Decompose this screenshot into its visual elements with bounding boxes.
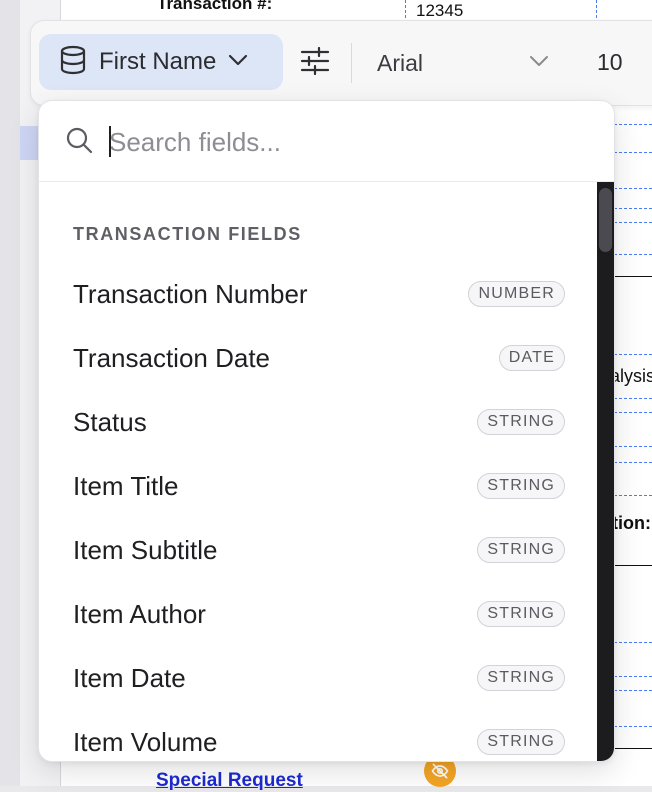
guide-line bbox=[614, 495, 652, 496]
field-option-item-title[interactable]: Item Title STRING bbox=[39, 453, 595, 517]
field-list-scrollbar[interactable] bbox=[597, 182, 614, 761]
sliders-icon bbox=[300, 46, 330, 80]
transaction-label[interactable]: Transaction #: bbox=[157, 0, 272, 14]
field-option-item-date[interactable]: Item Date STRING bbox=[39, 645, 595, 709]
guide-line bbox=[614, 690, 652, 691]
partial-label: tion: bbox=[612, 513, 651, 533]
field-type-badge: STRING bbox=[477, 665, 565, 691]
guide-line bbox=[614, 208, 652, 209]
field-option-name: Item Author bbox=[73, 599, 206, 629]
database-icon bbox=[59, 45, 87, 80]
field-option-transaction-date[interactable]: Transaction Date DATE bbox=[39, 325, 595, 389]
special-request-label[interactable]: Special Request bbox=[156, 770, 303, 792]
guide-line bbox=[614, 222, 652, 223]
field-type-badge: STRING bbox=[477, 729, 565, 755]
field-search-bar bbox=[39, 101, 614, 182]
field-option-name: Item Title bbox=[73, 471, 179, 501]
field-type-badge: STRING bbox=[477, 601, 565, 627]
guide-line bbox=[614, 676, 652, 677]
transaction-value-frame[interactable] bbox=[405, 0, 597, 18]
field-option-item-author[interactable]: Item Author STRING bbox=[39, 581, 595, 645]
field-option-status[interactable]: Status STRING bbox=[39, 389, 595, 453]
field-option-name: Transaction Date bbox=[73, 343, 271, 373]
guide-line bbox=[614, 188, 652, 189]
guide-line bbox=[614, 412, 652, 413]
rule-line bbox=[614, 276, 652, 277]
toolbar-divider bbox=[351, 43, 352, 83]
rule-line bbox=[614, 565, 652, 566]
rule-line bbox=[614, 748, 652, 749]
field-selector-label: First Name bbox=[99, 48, 217, 75]
field-option-name: Item Date bbox=[73, 663, 186, 693]
chevron-down-icon bbox=[529, 54, 549, 72]
font-family-value: Arial bbox=[377, 49, 424, 76]
guide-line bbox=[614, 254, 652, 255]
font-size-input[interactable]: 10 bbox=[597, 49, 623, 76]
chevron-down-icon bbox=[228, 53, 248, 71]
field-option-item-subtitle[interactable]: Item Subtitle STRING bbox=[39, 517, 595, 581]
field-option-transaction-number[interactable]: Transaction Number NUMBER bbox=[39, 261, 595, 325]
field-type-badge: STRING bbox=[477, 537, 565, 563]
guide-line bbox=[614, 152, 652, 153]
section-title: TRANSACTION FIELDS bbox=[73, 224, 302, 244]
partial-text: alysis bbox=[610, 366, 652, 386]
field-option-name: Item Subtitle bbox=[73, 535, 218, 565]
guide-line bbox=[614, 354, 652, 355]
field-type-badge: STRING bbox=[477, 409, 565, 435]
field-picker-dropdown: TRANSACTION FIELDS Transaction Number NU… bbox=[38, 100, 615, 762]
field-search-input[interactable] bbox=[107, 121, 591, 163]
field-option-name: Transaction Number bbox=[73, 279, 308, 309]
search-icon bbox=[65, 126, 93, 159]
guide-line bbox=[614, 398, 652, 399]
field-settings-button[interactable] bbox=[295, 43, 335, 83]
guide-line bbox=[614, 124, 652, 125]
field-option-name: Item Volume bbox=[73, 727, 218, 757]
field-option-item-volume[interactable]: Item Volume STRING bbox=[39, 709, 595, 761]
field-type-badge: STRING bbox=[477, 473, 565, 499]
guide-line bbox=[614, 446, 652, 447]
field-type-badge: NUMBER bbox=[468, 281, 565, 307]
text-caret bbox=[109, 126, 111, 157]
guide-line bbox=[614, 462, 652, 463]
font-family-select[interactable]: Arial bbox=[361, 39, 567, 87]
field-type-badge: DATE bbox=[498, 345, 565, 371]
field-list[interactable]: TRANSACTION FIELDS Transaction Number NU… bbox=[39, 182, 614, 761]
canvas-left-edge bbox=[0, 0, 20, 786]
guide-line bbox=[614, 642, 652, 643]
page-thumbnail-highlight bbox=[20, 126, 38, 160]
scrollbar-thumb[interactable] bbox=[599, 188, 612, 252]
field-option-name: Status bbox=[73, 407, 147, 437]
field-toolbar: First Name Arial 10 bbox=[30, 20, 652, 106]
guide-line bbox=[614, 726, 652, 727]
field-selector-button[interactable]: First Name bbox=[39, 34, 283, 90]
